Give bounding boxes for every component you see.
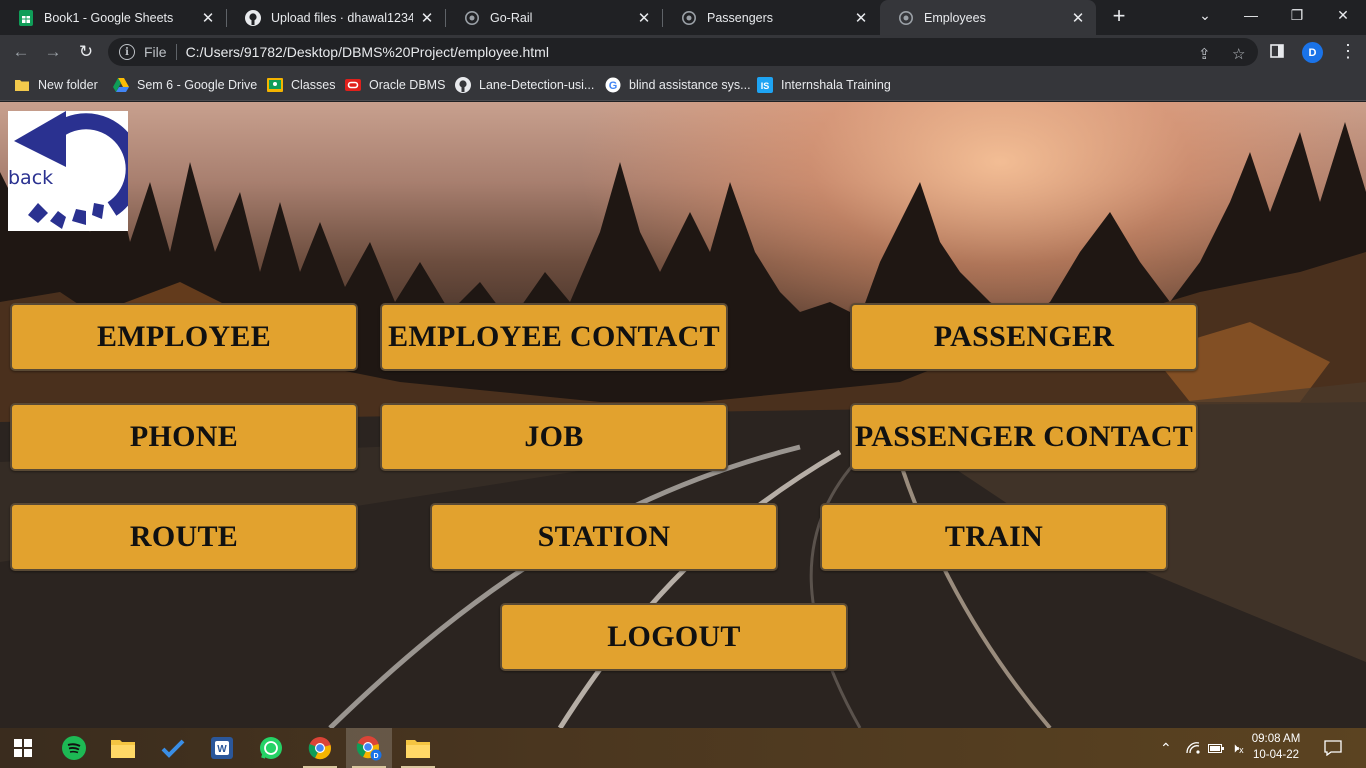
employee-button[interactable]: EMPLOYEE: [10, 303, 358, 371]
back-label: back: [8, 167, 54, 189]
address-scheme: File: [144, 44, 167, 60]
bookmark-label: blind assistance sys...: [629, 78, 751, 92]
train-button[interactable]: TRAIN: [820, 503, 1168, 571]
browser-toolbar: ← → ↻ i File C:/Users/91782/Desktop/DBMS…: [0, 35, 1366, 69]
globe-icon: [898, 10, 914, 26]
bookmark-internshala[interactable]: IS Internshala Training: [757, 76, 891, 94]
back-button[interactable]: back: [8, 111, 128, 231]
logout-button[interactable]: LOGOUT: [500, 603, 848, 671]
reload-icon[interactable]: ↻: [73, 39, 99, 65]
bookmark-new-folder[interactable]: New folder: [14, 76, 98, 94]
spotify-icon[interactable]: [51, 728, 97, 768]
side-panel-icon[interactable]: [1270, 44, 1284, 62]
tab-title: Passengers: [707, 10, 774, 25]
drive-icon: [113, 77, 129, 93]
bookmarks-bar: New folder Sem 6 - Google Drive Classes …: [0, 69, 1366, 101]
chrome-profile-icon[interactable]: D: [346, 728, 392, 768]
tab-search-chevron-icon[interactable]: ⌄: [1182, 0, 1228, 30]
tab-upload-files[interactable]: Upload files · dhawal123456/ ✕: [227, 0, 445, 35]
svg-text:IS: IS: [761, 81, 770, 91]
bookmark-google-drive[interactable]: Sem 6 - Google Drive: [113, 76, 257, 94]
github-icon: [245, 9, 261, 26]
bookmark-label: Internshala Training: [781, 78, 891, 92]
bookmark-label: Classes: [291, 78, 336, 92]
back-arrow-icon[interactable]: ←: [8, 39, 34, 65]
tab-title: Employees: [924, 10, 986, 25]
bookmark-oracle-dbms[interactable]: Oracle DBMS: [345, 76, 445, 94]
tab-passengers[interactable]: Passengers ✕: [663, 0, 879, 35]
phone-button[interactable]: PHONE: [10, 403, 358, 471]
profile-avatar[interactable]: D: [1302, 42, 1323, 63]
tab-title: Go-Rail: [490, 10, 533, 25]
clock-time: 09:08 AM: [1251, 733, 1301, 745]
bookmark-label: Sem 6 - Google Drive: [137, 78, 258, 92]
address-bar[interactable]: i File C:/Users/91782/Desktop/DBMS%20Pro…: [108, 38, 1258, 66]
bookmark-classes[interactable]: Classes: [267, 76, 335, 94]
menu-dots-icon[interactable]: ⋮: [1339, 41, 1357, 62]
whatsapp-icon[interactable]: [248, 728, 294, 768]
share-icon[interactable]: ⇪: [1198, 45, 1211, 63]
address-divider: [175, 44, 177, 60]
tab-title: Upload files · dhawal123456/: [271, 10, 413, 25]
bookmark-label: New folder: [38, 78, 98, 92]
clock-date: 10-04-22: [1252, 749, 1300, 761]
job-button[interactable]: JOB: [380, 403, 728, 471]
minimize-button[interactable]: —: [1228, 0, 1274, 30]
svg-text:W: W: [217, 744, 227, 755]
internshala-icon: IS: [757, 77, 773, 93]
wifi-icon[interactable]: [1186, 728, 1200, 768]
bookmark-label: Oracle DBMS: [369, 78, 446, 92]
restore-button[interactable]: ❐: [1274, 0, 1320, 30]
passenger-contact-button[interactable]: PASSENGER CONTACT: [850, 403, 1198, 471]
route-button[interactable]: ROUTE: [10, 503, 358, 571]
tab-employees[interactable]: Employees ✕: [880, 0, 1096, 35]
svg-text:D: D: [373, 753, 378, 760]
close-tab-icon[interactable]: ✕: [853, 9, 869, 27]
battery-icon[interactable]: [1208, 728, 1224, 768]
bookmark-label: Lane-Detection-usi...: [479, 78, 595, 92]
volume-muted-icon[interactable]: 🕨ₓ: [1231, 728, 1243, 768]
bookmark-star-icon[interactable]: ☆: [1232, 45, 1245, 63]
tab-google-sheets[interactable]: Book1 - Google Sheets ✕: [0, 0, 226, 35]
windows-taskbar: W D ⌃ 🕨ₓ 09:08 AM 10-04-22: [0, 728, 1366, 768]
close-tab-icon[interactable]: ✕: [419, 9, 435, 27]
github-icon: [455, 77, 471, 93]
oracle-icon: [345, 77, 361, 93]
file-explorer-icon[interactable]: [100, 728, 146, 768]
sheets-icon: [18, 9, 34, 26]
forward-arrow-icon[interactable]: →: [40, 39, 66, 65]
folder-icon: [14, 77, 30, 93]
globe-icon: [681, 10, 697, 26]
globe-icon: [464, 10, 480, 26]
new-tab-button[interactable]: +: [1108, 5, 1130, 28]
classroom-icon: [267, 77, 283, 93]
word-icon[interactable]: W: [199, 728, 245, 768]
tab-go-rail[interactable]: Go-Rail ✕: [446, 0, 662, 35]
page-content: back EMPLOYEE EMPLOYEE CONTACT PASSENGER…: [0, 102, 1366, 728]
taskbar-clock[interactable]: 09:08 AM 10-04-22: [1250, 731, 1302, 763]
employee-contact-button[interactable]: EMPLOYEE CONTACT: [380, 303, 728, 371]
notifications-icon[interactable]: [1324, 728, 1342, 768]
file-explorer-icon[interactable]: [395, 728, 441, 768]
close-tab-icon[interactable]: ✕: [1070, 9, 1086, 27]
todo-icon[interactable]: [150, 728, 196, 768]
site-info-icon[interactable]: i: [119, 44, 135, 60]
chrome-icon[interactable]: [297, 728, 343, 768]
svg-text:G: G: [609, 80, 618, 92]
passenger-button[interactable]: PASSENGER: [850, 303, 1198, 371]
close-window-button[interactable]: ✕: [1320, 0, 1366, 30]
tab-strip: Book1 - Google Sheets ✕ Upload files · d…: [0, 0, 1366, 35]
station-button[interactable]: STATION: [430, 503, 778, 571]
close-tab-icon[interactable]: ✕: [636, 9, 652, 27]
address-url: C:/Users/91782/Desktop/DBMS%20Project/em…: [185, 44, 549, 60]
windows-start-icon[interactable]: [0, 728, 46, 768]
close-tab-icon[interactable]: ✕: [200, 9, 216, 27]
bookmark-blind-assistance[interactable]: G blind assistance sys...: [605, 76, 751, 94]
tab-title: Book1 - Google Sheets: [44, 10, 174, 25]
bookmark-lane-detection[interactable]: Lane-Detection-usi...: [455, 76, 594, 94]
tray-chevron-up-icon[interactable]: ⌃: [1160, 728, 1172, 768]
google-icon: G: [605, 77, 621, 93]
